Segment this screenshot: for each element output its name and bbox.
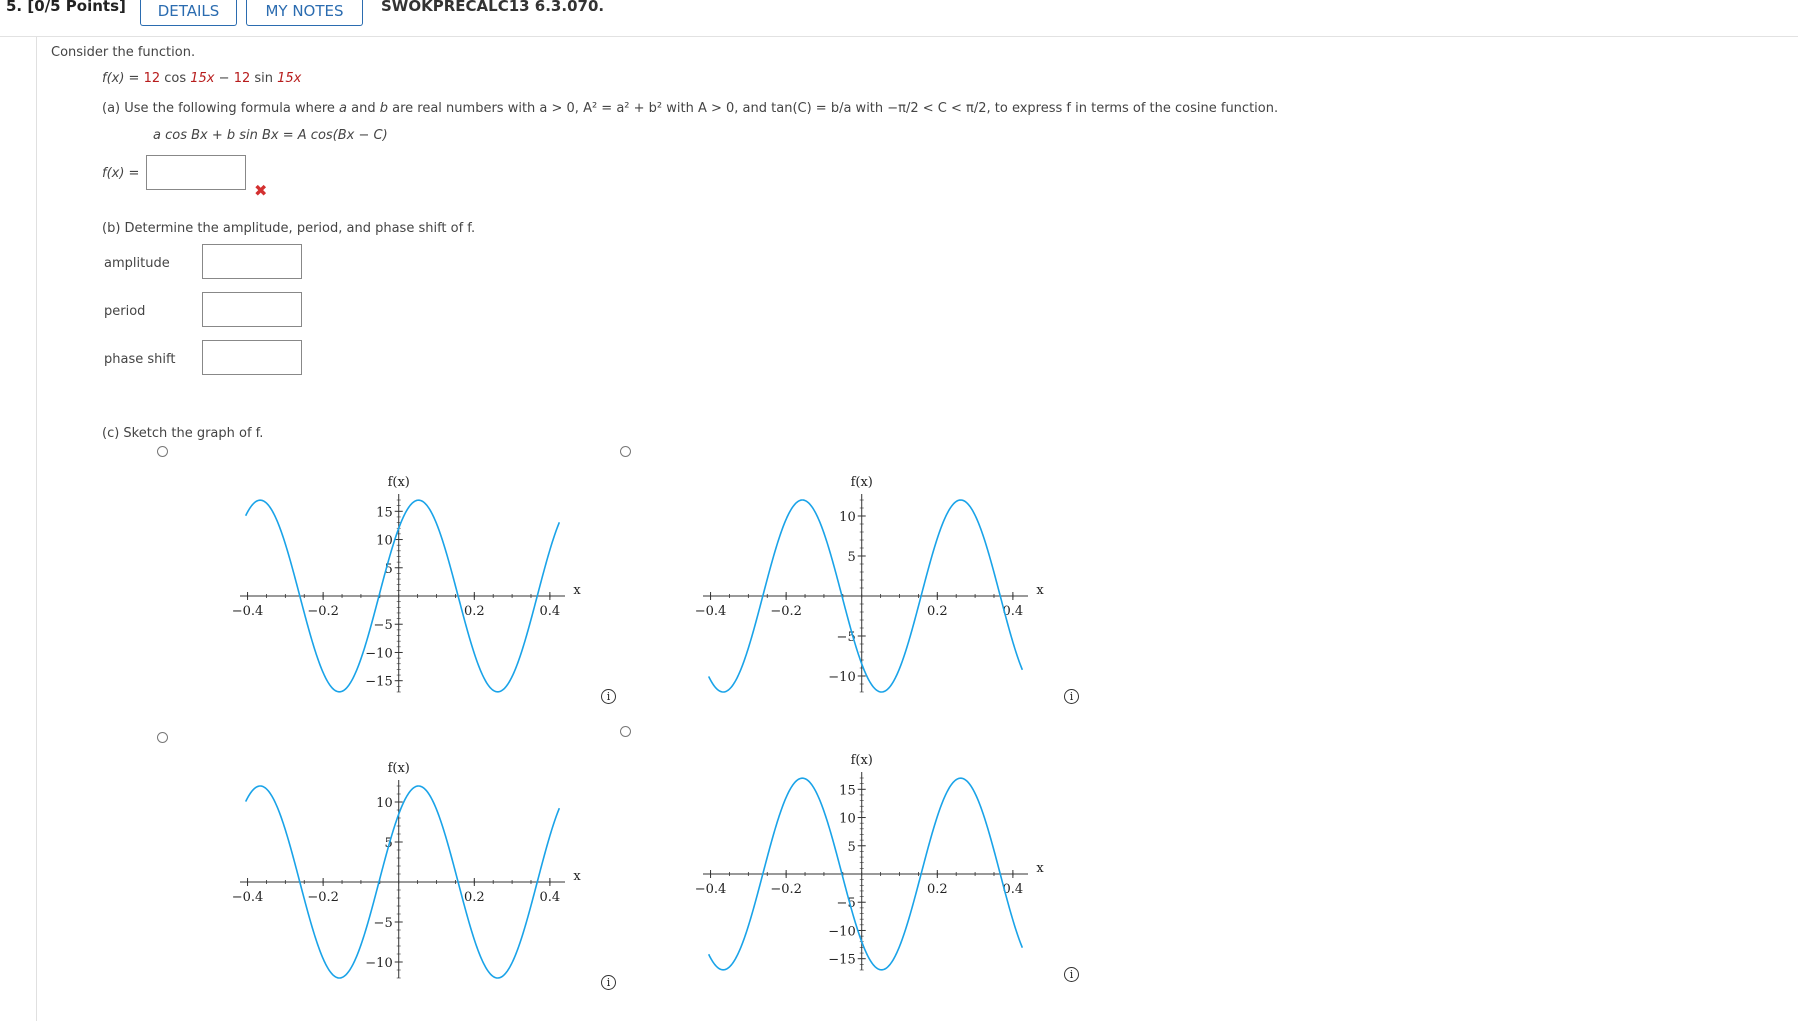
x-tick-label: 0.2 bbox=[927, 882, 948, 897]
y-tick-label: 10 bbox=[376, 534, 393, 549]
y-axis-label: f(x) bbox=[851, 753, 873, 768]
graph-option-d: −0.4 −0.2 0.2 0.415105−5−10−15xf(x) bbox=[695, 753, 1044, 971]
radio-button-graph-d[interactable] bbox=[620, 726, 631, 737]
x-tick-label: −0.4 bbox=[695, 882, 727, 897]
part-a-var-a: a bbox=[339, 101, 347, 116]
part-a-text: (a) Use the following formula where a an… bbox=[102, 101, 1278, 116]
x-axis-label: x bbox=[1036, 583, 1044, 598]
identity-formula: a cos Bx + b sin Bx = A cos(Bx − C) bbox=[153, 128, 388, 143]
y-tick-label: 15 bbox=[376, 505, 393, 520]
x-tick-label: 0.4 bbox=[540, 604, 561, 619]
y-tick-label: 15 bbox=[839, 783, 856, 798]
coefficient-2: 12 bbox=[233, 71, 251, 86]
x-tick-label: 0.4 bbox=[540, 890, 561, 905]
phase-shift-label: phase shift bbox=[104, 352, 176, 367]
y-tick-label: −10 bbox=[365, 646, 392, 661]
part-a-prefix: (a) Use the following formula where bbox=[102, 101, 340, 116]
x-tick-label: 0.2 bbox=[927, 604, 948, 619]
y-tick-label: −15 bbox=[365, 675, 392, 690]
y-tick-label: 5 bbox=[847, 550, 855, 565]
cos-text: cos bbox=[160, 71, 191, 86]
y-axis-label: f(x) bbox=[388, 475, 410, 490]
radio-button-graph-b[interactable] bbox=[620, 446, 631, 457]
details-button[interactable]: DETAILS bbox=[140, 0, 237, 26]
amplitude-input[interactable] bbox=[202, 244, 302, 279]
x-tick-label: −0.4 bbox=[232, 604, 264, 619]
intro-text: Consider the function. bbox=[51, 45, 196, 60]
question-header: 5. [0/5 Points] DETAILS MY NOTES SWOKPRE… bbox=[0, 0, 1798, 37]
wrong-answer-icon: ✖ bbox=[254, 181, 268, 200]
part-b-text: (b) Determine the amplitude, period, and… bbox=[102, 221, 476, 236]
y-tick-label: −15 bbox=[828, 953, 855, 968]
argument-2: 15x bbox=[277, 71, 302, 86]
info-icon[interactable]: i bbox=[1064, 967, 1079, 982]
y-axis-label: f(x) bbox=[388, 761, 410, 776]
x-tick-label: −0.2 bbox=[307, 604, 339, 619]
y-axis-label: f(x) bbox=[851, 475, 873, 490]
part-a-var-b: b bbox=[379, 101, 388, 116]
x-axis-label: x bbox=[573, 869, 581, 884]
my-notes-button[interactable]: MY NOTES bbox=[246, 0, 363, 26]
y-tick-label: −10 bbox=[828, 924, 855, 939]
radio-button-graph-a[interactable] bbox=[157, 446, 168, 457]
x-tick-label: 0.2 bbox=[464, 604, 485, 619]
argument-1: 15x bbox=[190, 71, 215, 86]
x-tick-label: −0.2 bbox=[307, 890, 339, 905]
fx-answer-label: f(x) = bbox=[102, 166, 140, 181]
y-tick-label: −5 bbox=[374, 618, 393, 633]
y-tick-label: 5 bbox=[847, 840, 855, 855]
y-tick-label: −10 bbox=[365, 956, 392, 971]
amplitude-label: amplitude bbox=[104, 256, 170, 271]
x-tick-label: 0.2 bbox=[464, 890, 485, 905]
x-tick-label: −0.2 bbox=[770, 604, 802, 619]
x-tick-label: −0.4 bbox=[232, 890, 264, 905]
part-a-mid: and bbox=[347, 101, 380, 116]
period-input[interactable] bbox=[202, 292, 302, 327]
minus-sign: − bbox=[214, 71, 234, 86]
coefficient-1: 12 bbox=[143, 71, 161, 86]
radio-button-graph-c[interactable] bbox=[157, 732, 168, 743]
y-tick-label: −5 bbox=[374, 916, 393, 931]
left-divider bbox=[36, 37, 37, 1021]
part-c-text: (c) Sketch the graph of f. bbox=[102, 426, 264, 441]
fx-prefix: f(x) = bbox=[102, 71, 144, 86]
function-definition: f(x) = 12 cos 15x − 12 sin 15x bbox=[102, 71, 301, 86]
x-tick-label: −0.4 bbox=[695, 604, 727, 619]
part-a-rest: are real numbers with a > 0, A² = a² + b… bbox=[388, 101, 1279, 116]
period-label: period bbox=[104, 304, 146, 319]
y-tick-label: 10 bbox=[839, 812, 856, 827]
question-code: SWOKPRECALC13 6.3.070. bbox=[381, 0, 605, 15]
graph-option-b: −0.4 −0.2 0.2 0.4105−5−10xf(x) bbox=[695, 475, 1044, 693]
x-axis-label: x bbox=[1036, 861, 1044, 876]
graph-option-c: −0.4 −0.2 0.2 0.4105−5−10xf(x) bbox=[232, 761, 581, 979]
phase-shift-input[interactable] bbox=[202, 340, 302, 375]
info-icon[interactable]: i bbox=[601, 689, 616, 704]
x-tick-label: −0.2 bbox=[770, 882, 802, 897]
y-tick-label: 10 bbox=[376, 796, 393, 811]
info-icon[interactable]: i bbox=[601, 975, 616, 990]
y-tick-label: −10 bbox=[828, 670, 855, 685]
fx-answer-input[interactable] bbox=[146, 155, 246, 190]
question-number: 5. [0/5 Points] bbox=[6, 0, 126, 15]
info-icon[interactable]: i bbox=[1064, 689, 1079, 704]
y-tick-label: −5 bbox=[837, 896, 856, 911]
graph-option-a: −0.4 −0.2 0.2 0.415105−5−10−15xf(x) bbox=[232, 475, 581, 693]
y-tick-label: 10 bbox=[839, 510, 856, 525]
sin-text: sin bbox=[250, 71, 278, 86]
x-axis-label: x bbox=[573, 583, 581, 598]
